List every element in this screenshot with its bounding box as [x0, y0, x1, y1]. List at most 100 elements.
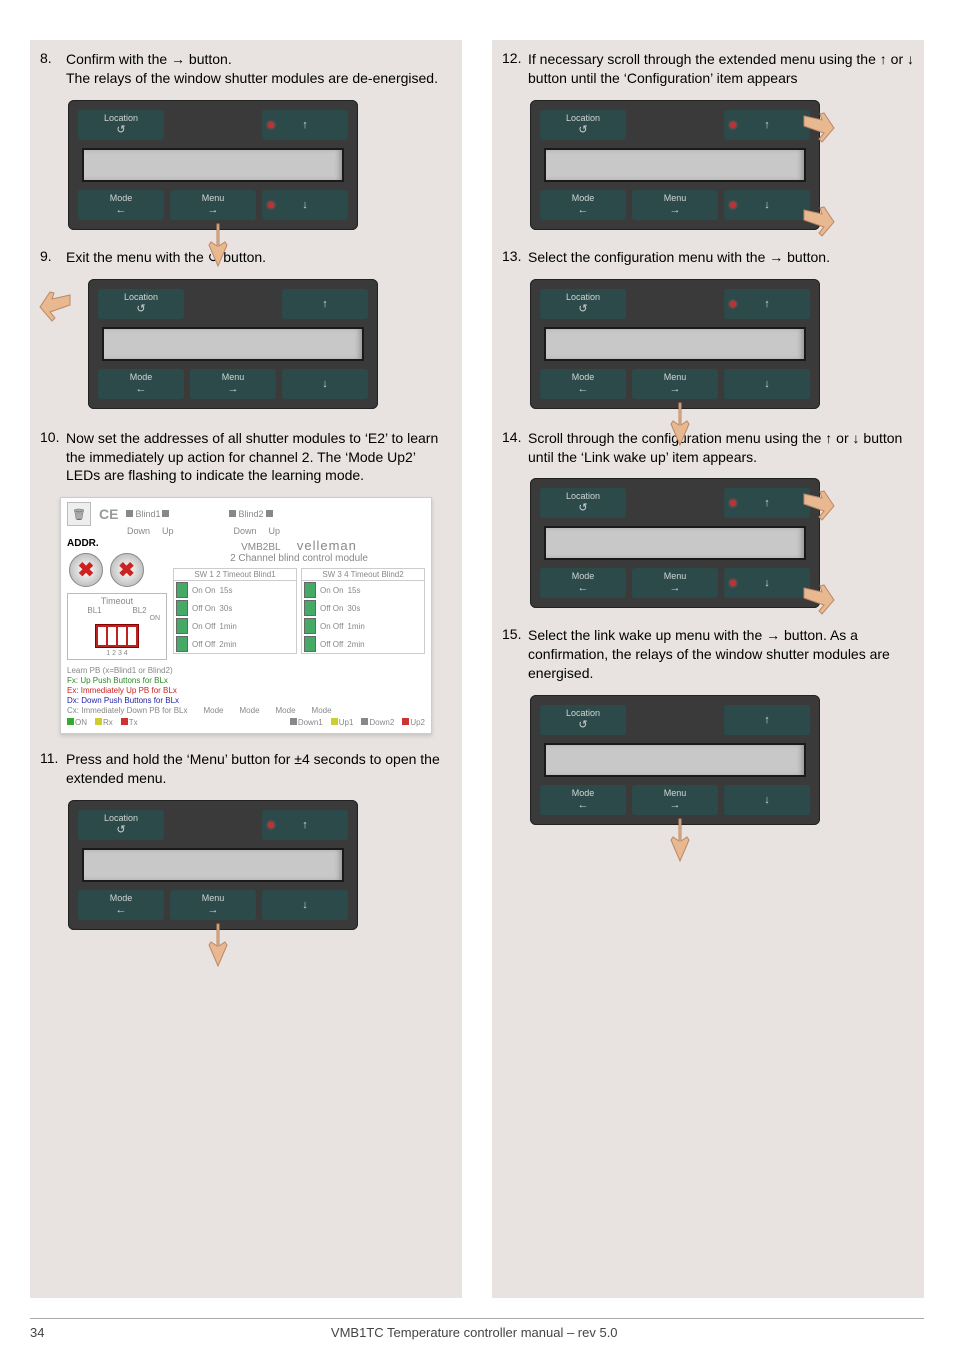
- led-icon: [402, 718, 409, 725]
- led-icon: [361, 718, 368, 725]
- brand-label: velleman: [297, 538, 357, 553]
- up-button[interactable]: ↑: [282, 289, 368, 319]
- sw-cell: 15s: [220, 586, 233, 595]
- down-button[interactable]: ↓: [282, 369, 368, 399]
- sw-cell: On On: [192, 586, 216, 595]
- addr-label: ADDR.: [67, 538, 167, 551]
- btn-label: Location: [104, 814, 138, 824]
- mode-button[interactable]: Mode ←: [540, 568, 626, 598]
- down-button[interactable]: ↓: [262, 190, 348, 220]
- lcd-screen: [544, 327, 806, 361]
- btn-label: Location: [104, 114, 138, 124]
- sw-cell: On Off: [192, 622, 215, 631]
- on-label: ON: [72, 615, 162, 622]
- right-column: 12. If necessary scroll through the exte…: [492, 40, 924, 1298]
- column-layout: 8. Confirm with the → button. The relays…: [30, 40, 924, 1298]
- location-button[interactable]: Location ↺: [540, 705, 626, 735]
- led-label: Tx: [129, 718, 138, 727]
- mode-button[interactable]: Mode ←: [78, 190, 164, 220]
- lcd-screen: [544, 743, 806, 777]
- device-figure: Location ↺ ↑ Mode ←: [502, 279, 914, 409]
- timeout-label: Timeout: [72, 596, 162, 606]
- rotary-switch: [69, 553, 103, 587]
- mode-button[interactable]: Mode ←: [540, 369, 626, 399]
- mode-button[interactable]: Mode ←: [540, 190, 626, 220]
- mode-label: Mode: [240, 706, 260, 716]
- up-button[interactable]: ↑: [262, 810, 348, 840]
- pointing-hand-icon: [200, 222, 236, 268]
- down-arrow-icon: ↓: [764, 199, 770, 211]
- sw-cell: 1min: [347, 622, 364, 631]
- device-figure: Location ↺ ↑ Mode ←: [40, 279, 452, 409]
- menu-button[interactable]: Menu →: [190, 369, 276, 399]
- menu-button[interactable]: Menu →: [632, 785, 718, 815]
- up-button[interactable]: ↑: [724, 289, 810, 319]
- btn-label: Menu: [202, 194, 225, 204]
- menu-button[interactable]: Menu →: [170, 190, 256, 220]
- btn-label: Mode: [110, 894, 133, 904]
- dip-icon: [176, 618, 188, 634]
- up-arrow-icon: ↑: [764, 119, 770, 131]
- spacer: [170, 810, 256, 840]
- btn-label: Location: [566, 492, 600, 502]
- up-button[interactable]: ↑: [724, 705, 810, 735]
- up-arrow-icon: ↑: [302, 819, 308, 831]
- location-button[interactable]: Location ↺: [98, 289, 184, 319]
- menu-button[interactable]: Menu →: [632, 568, 718, 598]
- manual-page: 8. Confirm with the → button. The relays…: [0, 0, 954, 1360]
- mode-label: Mode: [276, 706, 296, 716]
- menu-button[interactable]: Menu →: [632, 369, 718, 399]
- vmb1tc-device: Location ↺ ↑ Mode ←: [530, 478, 820, 608]
- bl1-label: BL1: [87, 606, 101, 615]
- spacer: [170, 110, 256, 140]
- mode-button[interactable]: Mode ←: [540, 785, 626, 815]
- down-button[interactable]: ↓: [724, 568, 810, 598]
- reset-icon: ↺: [136, 303, 145, 315]
- mode-button[interactable]: Mode ←: [78, 890, 164, 920]
- btn-label: Menu: [664, 194, 687, 204]
- lcd-screen: [544, 526, 806, 560]
- left-arrow-icon: ←: [578, 799, 589, 811]
- right-arrow-icon: →: [670, 582, 681, 594]
- sw-cell: 30s: [347, 604, 360, 613]
- location-button[interactable]: Location ↺: [78, 110, 164, 140]
- location-button[interactable]: Location ↺: [540, 488, 626, 518]
- up-button[interactable]: ↑: [724, 110, 810, 140]
- btn-label: Mode: [572, 194, 595, 204]
- led-label: Rx: [103, 718, 113, 727]
- up-button[interactable]: ↑: [724, 488, 810, 518]
- sw-cell: 30s: [219, 604, 232, 613]
- menu-button[interactable]: Menu →: [170, 890, 256, 920]
- down-button[interactable]: ↓: [724, 190, 810, 220]
- sw-cell: 2min: [347, 640, 364, 649]
- model-label: VMB2BL: [241, 542, 280, 553]
- sw-cell: Off Off: [320, 640, 343, 649]
- left-arrow-icon: ←: [578, 582, 589, 594]
- location-button[interactable]: Location ↺: [78, 810, 164, 840]
- trash-icon: 🗑: [67, 502, 91, 526]
- btn-label: Mode: [130, 373, 153, 383]
- blind2-label: Blind2: [229, 509, 272, 519]
- led-label: ON: [75, 718, 87, 727]
- btn-label: Menu: [664, 789, 687, 799]
- step-number: 14.: [502, 429, 528, 467]
- sw-cell: 2min: [219, 640, 236, 649]
- down-button[interactable]: ↓: [724, 785, 810, 815]
- menu-button[interactable]: Menu →: [632, 190, 718, 220]
- up-button[interactable]: ↑: [262, 110, 348, 140]
- down-button[interactable]: ↓: [724, 369, 810, 399]
- mode-button[interactable]: Mode ←: [98, 369, 184, 399]
- down-button[interactable]: ↓: [262, 890, 348, 920]
- learn-cx: Cx: Immediately Down PB for BLx: [67, 706, 187, 716]
- btn-label: Menu: [202, 894, 225, 904]
- sw-cell: Off On: [192, 604, 215, 613]
- dip-switch: [95, 624, 139, 648]
- location-button[interactable]: Location ↺: [540, 289, 626, 319]
- location-button[interactable]: Location ↺: [540, 110, 626, 140]
- led-label: Down1: [298, 718, 323, 727]
- right-arrow-icon: →: [208, 904, 219, 916]
- right-arrow-icon: →: [670, 383, 681, 395]
- step-text: Confirm with the → button. The relays of…: [66, 50, 452, 88]
- pointing-hand-icon: [800, 484, 836, 530]
- left-arrow-icon: ←: [578, 204, 589, 216]
